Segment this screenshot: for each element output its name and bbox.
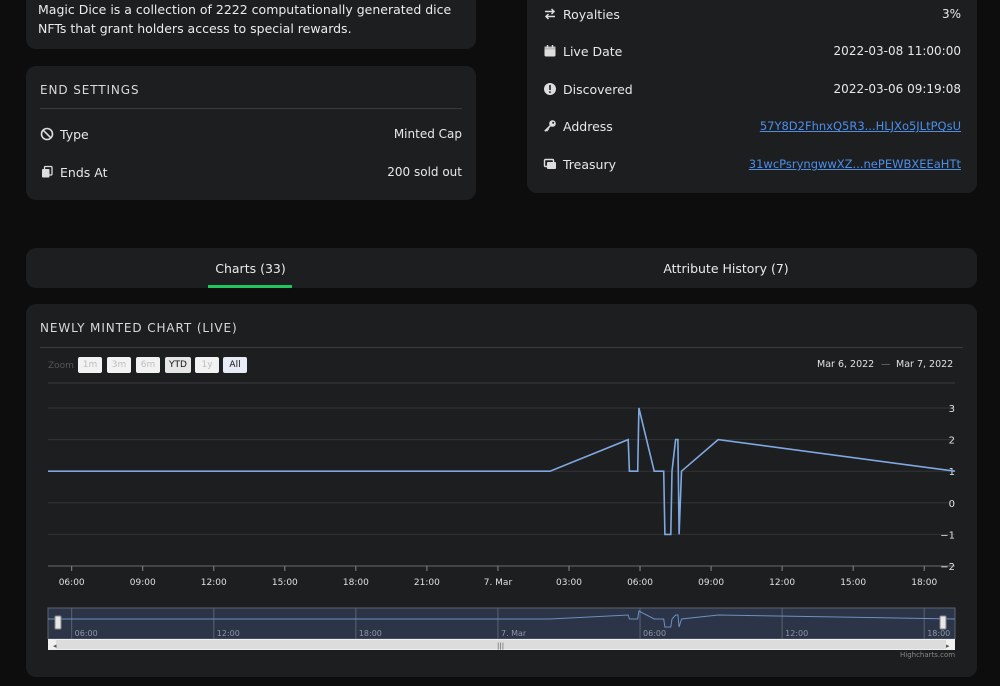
end-settings-type-row: Type Minted Cap [40, 124, 462, 144]
exchange-icon [544, 8, 556, 20]
live-date-value: 2022-03-08 11:00:00 [833, 44, 961, 58]
navigator-tick-label: 12:00 [217, 629, 240, 638]
chart-grid [48, 407, 955, 567]
tab-attribute-history[interactable]: Attribute History (7) [475, 248, 977, 288]
royalties-label: Royalties [563, 6, 620, 22]
navigator-right-handle[interactable] [939, 615, 947, 630]
live-date-label: Live Date [563, 43, 623, 59]
treasury-link[interactable]: 31wcPsryngwwXZ...nePEWBXEEaHTt [749, 157, 961, 171]
discovered-label: Discovered [563, 81, 633, 97]
type-label: Type [60, 126, 89, 142]
address-link[interactable]: 57Y8D2FhnxQ5R3...HLJXo5JLtPQsU [760, 119, 961, 133]
end-settings-card: END SETTINGS Type Minted Cap Ends At 200… [26, 66, 476, 200]
tabs-bar: Charts (33) Attribute History (7) [26, 248, 977, 288]
address-row: Address 57Y8D2FhnxQ5R3...HLJXo5JLtPQsU [543, 116, 961, 136]
navigator-tick-label: 06:00 [643, 629, 666, 638]
scroll-right-arrow-icon[interactable]: ▸ [946, 642, 950, 650]
ends-at-label: Ends At [60, 164, 108, 180]
x-tick-label: 03:00 [556, 578, 582, 588]
x-tick-label: 15:00 [272, 578, 298, 588]
end-settings-ends-at-row: Ends At 200 sold out [40, 162, 462, 182]
y-tick-label: 1 [949, 467, 955, 478]
x-tick-label: 06:00 [627, 578, 653, 588]
calendar-icon [544, 45, 556, 57]
ends-at-value: 200 sold out [387, 165, 462, 179]
y-tick-label: 3 [949, 404, 955, 415]
divider [40, 108, 462, 109]
x-tick-label: 06:00 [59, 578, 85, 588]
navigator-tick-label: 06:00 [75, 629, 98, 638]
ban-icon [40, 127, 54, 141]
navigator-tick-label: 12:00 [785, 629, 808, 638]
collection-info-card: Royalties 3% Live Date 2022-03-08 11:00:… [527, 0, 977, 193]
exclamation-circle-icon [544, 83, 556, 95]
type-value: Minted Cap [393, 127, 462, 141]
x-tick-label: 09:00 [698, 578, 724, 588]
navigator-tick-label: 18:00 [927, 629, 950, 638]
x-tick-label: 7. Mar [484, 578, 513, 588]
y-tick-label: −1 [940, 530, 955, 541]
active-tab-indicator [208, 285, 292, 288]
live-date-row: Live Date 2022-03-08 11:00:00 [543, 41, 961, 61]
scrollbar-grip-icon[interactable]: ||| [497, 642, 504, 650]
royalties-value: 3% [941, 7, 961, 21]
treasury-icon [543, 158, 556, 169]
discovered-value: 2022-03-06 09:19:08 [833, 82, 961, 96]
x-tick-label: 15:00 [840, 578, 866, 588]
x-tick-label: 21:00 [414, 578, 440, 588]
collection-description: Magic Dice is a collection of 2222 compu… [38, 2, 452, 36]
newly-minted-chart-card: NEWLY MINTED CHART (LIVE) Zoom 1m 3m 6m … [26, 304, 977, 677]
x-tick-label: 18:00 [911, 578, 937, 588]
y-axis-ticks: 3 2 1 0 −1 −2 [940, 404, 955, 573]
x-tick-label: 12:00 [769, 578, 795, 588]
x-tick-label: 09:00 [130, 578, 156, 588]
copy-icon [42, 165, 53, 178]
x-axis-ticks: 06:00 09:00 12:00 15:00 18:00 21:00 7. Mar 03:0… [59, 566, 937, 588]
treasury-row: Treasury 31wcPsryngwwXZ...nePEWBXEEaHTt [543, 154, 961, 174]
line-chart[interactable]: 3 2 1 0 −1 −2 06:00 09:00 12:00 15:00 18:00 21:00 7… [26, 304, 977, 677]
scroll-left-arrow-icon[interactable]: ◂ [53, 642, 57, 650]
key-icon [544, 120, 556, 132]
treasury-label: Treasury [563, 156, 616, 172]
royalties-row: Royalties 3% [543, 4, 961, 24]
address-label: Address [563, 118, 613, 134]
x-tick-label: 18:00 [343, 578, 369, 588]
y-tick-label: −2 [940, 562, 955, 573]
y-tick-label: 2 [949, 436, 955, 447]
end-settings-title: END SETTINGS [40, 83, 140, 97]
y-tick-label: 0 [949, 499, 955, 510]
navigator-tick-label: 7. Mar [501, 629, 527, 638]
description-card: Magic Dice is a collection of 2222 compu… [26, 0, 476, 49]
highcharts-credit[interactable]: Highcharts.com [900, 651, 955, 659]
navigator[interactable]: 06:00 12:00 18:00 7. Mar 06:00 12:00 18:00 ◂ ▸… [47, 607, 956, 650]
tab-charts[interactable]: Charts (33) [26, 248, 475, 288]
navigator-tick-label: 18:00 [359, 629, 382, 638]
x-tick-label: 12:00 [201, 578, 227, 588]
navigator-left-handle[interactable] [54, 615, 62, 630]
discovered-row: Discovered 2022-03-06 09:19:08 [543, 79, 961, 99]
